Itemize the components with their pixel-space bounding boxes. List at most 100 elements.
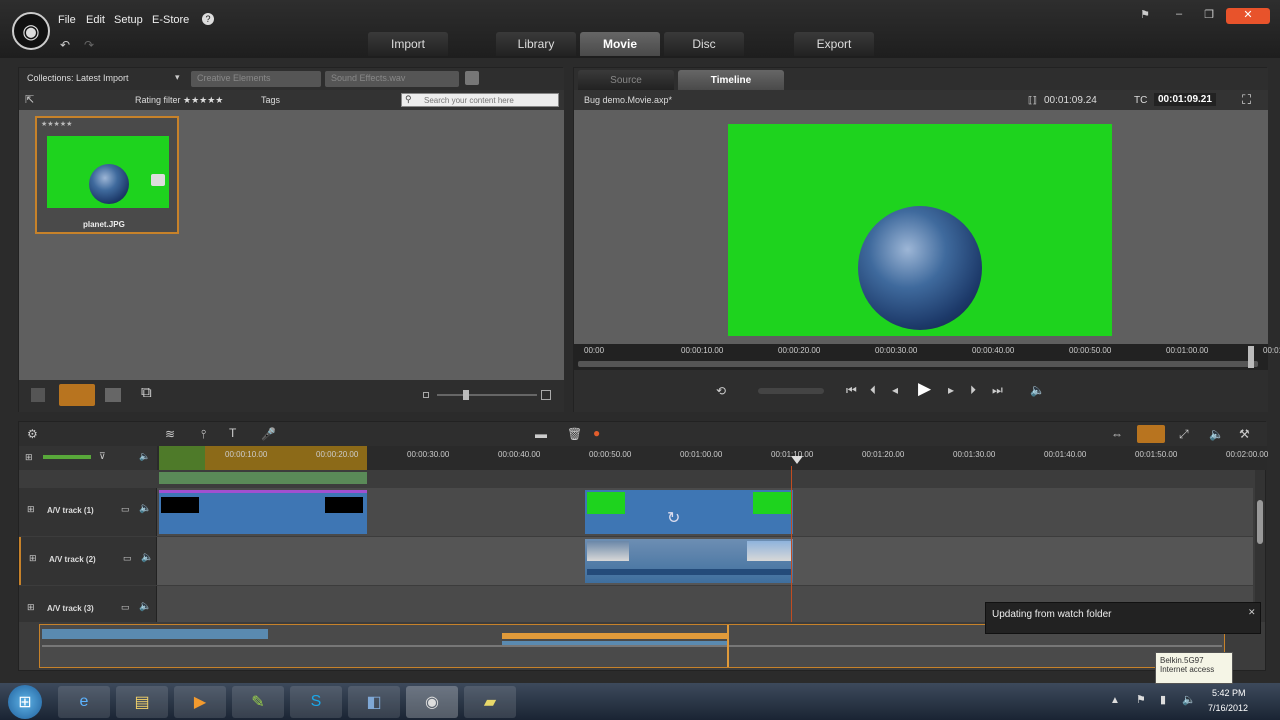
timeline-ruler[interactable]: ⊞ ⊽ 🔈 00:00:10.00 00:00:20.00 00:00:30.00 0… xyxy=(19,446,1268,470)
go-to-end-icon[interactable]: ⏭ xyxy=(992,383,1003,398)
audio-toggle-icon[interactable]: 🔈 xyxy=(139,601,151,612)
zoom-slider-handle[interactable] xyxy=(463,390,469,400)
chevron-down-icon[interactable]: ▾ xyxy=(175,72,180,83)
zoom-in-icon[interactable] xyxy=(541,390,551,400)
skype-icon[interactable]: S xyxy=(290,686,342,718)
library-thumbnail[interactable]: ★★★★★ planet.JPG xyxy=(35,116,179,234)
tab-disc[interactable]: Disc xyxy=(664,32,744,56)
video-clip-3[interactable] xyxy=(585,539,793,583)
video-toggle-icon[interactable]: ▭ xyxy=(121,504,130,515)
track-lock-icon[interactable]: ⊞ xyxy=(27,504,35,515)
window-icon[interactable]: ◧ xyxy=(348,686,400,718)
loop-icon[interactable]: ⟲ xyxy=(716,384,726,398)
close-icon[interactable]: ✕ xyxy=(1248,607,1256,618)
step-back-icon[interactable]: ◂ xyxy=(892,383,898,397)
search-input[interactable] xyxy=(401,93,559,107)
view-options-icon[interactable] xyxy=(105,388,121,402)
title-icon[interactable]: T xyxy=(229,426,236,440)
sticky-notes-icon[interactable]: ▰ xyxy=(464,686,516,718)
creative-elements-dropdown[interactable]: Creative Elements xyxy=(191,71,321,87)
menu-estore[interactable]: E-Store xyxy=(152,14,189,26)
undo-icon[interactable]: ↶ xyxy=(60,38,70,52)
title-track-clip[interactable] xyxy=(159,472,367,484)
minimize-button[interactable]: – xyxy=(1168,8,1190,24)
media-player-icon[interactable]: ▶ xyxy=(174,686,226,718)
video-clip-2[interactable]: ↻ xyxy=(585,490,793,534)
scrubber-track[interactable] xyxy=(578,361,1258,367)
audio-mixer-icon[interactable]: ≋ xyxy=(165,427,175,441)
next-frame-icon[interactable]: ⏵ xyxy=(970,383,976,398)
sound-effects-dropdown[interactable]: Sound Effects.wav xyxy=(325,71,459,87)
tab-export[interactable]: Export xyxy=(794,32,874,56)
microphone-icon[interactable]: 🎤 xyxy=(261,427,276,441)
track-lock-icon[interactable]: ⊞ xyxy=(29,553,37,564)
volume-icon[interactable]: 🔈 xyxy=(1030,383,1045,397)
video-toggle-icon[interactable]: ▭ xyxy=(123,553,132,564)
close-button[interactable]: ✕ xyxy=(1226,8,1270,24)
clock-time[interactable]: 5:42 PM xyxy=(1212,688,1246,698)
snapshot-icon[interactable]: ▬ xyxy=(535,427,547,441)
tab-source[interactable]: Source xyxy=(578,70,674,90)
razor-icon[interactable]: ⫯ xyxy=(201,427,206,442)
maximize-button[interactable]: ❐ xyxy=(1198,8,1220,24)
speaker-icon[interactable]: 🔈 xyxy=(139,451,150,462)
tools-icon[interactable]: ⚒ xyxy=(1239,427,1250,441)
tray-arrow-icon[interactable]: ▲ xyxy=(1110,695,1120,706)
fullscreen-icon[interactable]: ⛶ xyxy=(1242,92,1251,108)
menu-edit[interactable]: Edit xyxy=(86,14,105,26)
settings-icon[interactable]: ⚑ xyxy=(1134,8,1156,24)
scrollbar-thumb[interactable] xyxy=(1257,500,1263,544)
timecode-display[interactable]: 00:01:09.21 xyxy=(1154,93,1216,106)
list-view-icon[interactable] xyxy=(31,388,45,402)
clock-date[interactable]: 7/16/2012 xyxy=(1208,703,1248,713)
thumbnail-rating[interactable]: ★★★★★ xyxy=(41,120,72,128)
rating-filter[interactable]: Rating filter ★★★★★ xyxy=(135,95,223,106)
tab-movie[interactable]: Movie xyxy=(580,32,660,56)
trash-icon[interactable]: 🗑 xyxy=(567,427,582,441)
app-logo-icon[interactable]: ◉ xyxy=(12,12,50,50)
zoom-slider-track[interactable] xyxy=(437,394,537,396)
tab-library[interactable]: Library xyxy=(496,32,576,56)
menu-file[interactable]: File xyxy=(58,14,76,26)
track-name[interactable]: A/V track (1) xyxy=(47,506,94,515)
flag-icon[interactable]: ⚑ xyxy=(1136,693,1146,706)
pinnacle-studio-icon[interactable]: ◉ xyxy=(406,686,458,718)
magnet-button[interactable] xyxy=(1137,425,1165,443)
track-lock-icon[interactable]: ⊞ xyxy=(27,602,35,613)
video-toggle-icon[interactable]: ▭ xyxy=(121,602,130,613)
expand-icon[interactable]: ⤢ xyxy=(1179,427,1189,442)
tab-import[interactable]: Import xyxy=(368,32,448,56)
audio-toggle-icon[interactable]: 🔈 xyxy=(139,503,151,514)
fit-icon[interactable]: ⇔ xyxy=(1111,427,1123,441)
scrubber-handle[interactable] xyxy=(1248,346,1254,368)
step-forward-icon[interactable]: ▸ xyxy=(948,383,954,397)
menu-setup[interactable]: Setup xyxy=(114,14,143,26)
tab-timeline[interactable]: Timeline xyxy=(678,70,784,90)
thumb-view-button[interactable] xyxy=(59,384,95,406)
video-clip-1[interactable] xyxy=(159,490,367,534)
folders-icon[interactable]: ⧉ xyxy=(141,384,152,401)
zoom-out-icon[interactable] xyxy=(423,392,429,398)
track-name[interactable]: A/V track (3) xyxy=(47,604,94,613)
internet-explorer-icon[interactable]: e xyxy=(58,686,110,718)
track-name[interactable]: A/V track (2) xyxy=(49,555,96,564)
preview-scrubber[interactable]: 00:00 00:00:10.00 00:00:20.00 00:00:30.00 00… xyxy=(574,344,1280,370)
filter-icon[interactable]: ⊽ xyxy=(99,451,106,462)
help-icon[interactable]: ? xyxy=(202,13,214,25)
start-button[interactable]: ⊞ xyxy=(8,685,42,719)
collection-options-button[interactable] xyxy=(465,71,479,85)
timeline-settings-icon[interactable]: ⚙ xyxy=(27,427,38,441)
volume-icon[interactable]: 🔈 xyxy=(1182,693,1196,706)
nav-icon[interactable]: ⇱ xyxy=(25,93,34,106)
lock-icon[interactable]: ⊞ xyxy=(25,452,33,463)
play-icon[interactable]: ▶ xyxy=(918,379,931,399)
previous-frame-icon[interactable]: ⏴ xyxy=(870,383,876,398)
marker-icon[interactable]: ● xyxy=(593,426,600,440)
go-to-start-icon[interactable]: ⏮ xyxy=(846,383,857,398)
file-explorer-icon[interactable]: ▤ xyxy=(116,686,168,718)
redo-icon[interactable]: ↷ xyxy=(84,38,94,52)
jog-shuttle[interactable] xyxy=(758,388,824,394)
tags-label[interactable]: Tags xyxy=(261,95,280,105)
collection-selector[interactable]: Collections: Latest Import xyxy=(27,73,129,83)
app-icon[interactable]: ✎ xyxy=(232,686,284,718)
